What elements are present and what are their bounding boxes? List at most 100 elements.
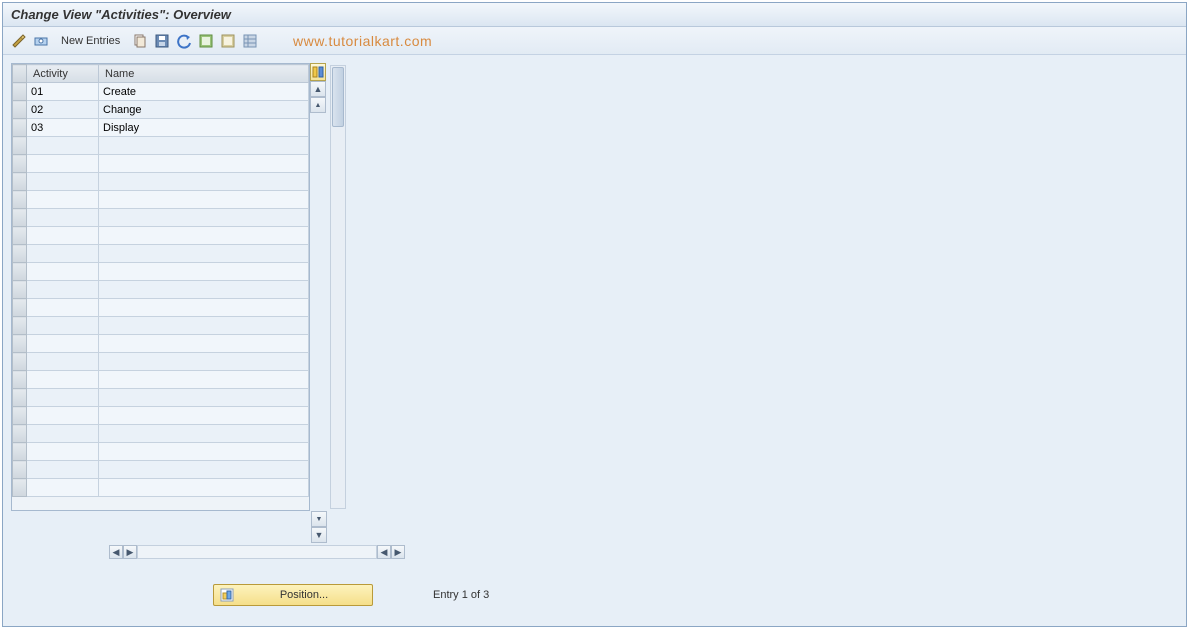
cell-name[interactable]: Change	[99, 101, 309, 119]
cell-activity[interactable]	[27, 317, 99, 335]
cell-activity[interactable]	[27, 443, 99, 461]
cell-activity[interactable]	[27, 281, 99, 299]
cell-name[interactable]: Display	[99, 119, 309, 137]
cell-activity[interactable]	[27, 461, 99, 479]
scroll-line-down-button[interactable]: ▼	[311, 511, 327, 527]
table-row[interactable]: 03Display	[13, 119, 309, 137]
cell-name[interactable]	[99, 245, 309, 263]
row-selector[interactable]	[13, 173, 27, 191]
cell-name[interactable]	[99, 137, 309, 155]
cell-name[interactable]	[99, 443, 309, 461]
undo-button[interactable]	[174, 31, 194, 51]
row-selector[interactable]	[13, 299, 27, 317]
table-row[interactable]	[13, 353, 309, 371]
cell-name[interactable]: Create	[99, 83, 309, 101]
cell-name[interactable]	[99, 317, 309, 335]
cell-activity[interactable]	[27, 263, 99, 281]
cell-activity[interactable]	[27, 245, 99, 263]
row-selector[interactable]	[13, 407, 27, 425]
table-row[interactable]	[13, 461, 309, 479]
row-selector[interactable]	[13, 155, 27, 173]
cell-activity[interactable]: 03	[27, 119, 99, 137]
cell-name[interactable]	[99, 281, 309, 299]
vscroll-thumb[interactable]	[332, 67, 344, 127]
cell-activity[interactable]: 02	[27, 101, 99, 119]
cell-activity[interactable]	[27, 299, 99, 317]
table-row[interactable]	[13, 335, 309, 353]
table-row[interactable]: 01Create	[13, 83, 309, 101]
table-row[interactable]	[13, 245, 309, 263]
row-selector[interactable]	[13, 479, 27, 497]
table-row[interactable]	[13, 425, 309, 443]
table-settings-button[interactable]	[240, 31, 260, 51]
new-entries-button[interactable]: New Entries	[53, 31, 128, 51]
row-selector[interactable]	[13, 443, 27, 461]
row-selector[interactable]	[13, 353, 27, 371]
save-button[interactable]	[152, 31, 172, 51]
cell-activity[interactable]	[27, 155, 99, 173]
position-button[interactable]: Position...	[213, 584, 373, 606]
hscroll-last-button[interactable]: ▶	[391, 545, 405, 559]
row-selector[interactable]	[13, 101, 27, 119]
scroll-page-down-button[interactable]: ▼	[311, 527, 327, 543]
cell-name[interactable]	[99, 155, 309, 173]
hscroll-next-button[interactable]: ◀	[377, 545, 391, 559]
table-row[interactable]	[13, 389, 309, 407]
cell-activity[interactable]	[27, 371, 99, 389]
cell-name[interactable]	[99, 353, 309, 371]
row-selector[interactable]	[13, 227, 27, 245]
row-selector-header[interactable]	[13, 65, 27, 83]
row-selector[interactable]	[13, 137, 27, 155]
table-row[interactable]	[13, 479, 309, 497]
hscroll-prev-button[interactable]: ▶	[123, 545, 137, 559]
cell-name[interactable]	[99, 425, 309, 443]
table-row[interactable]	[13, 281, 309, 299]
row-selector[interactable]	[13, 371, 27, 389]
row-selector[interactable]	[13, 119, 27, 137]
cell-activity[interactable]	[27, 137, 99, 155]
table-row[interactable]	[13, 299, 309, 317]
row-selector[interactable]	[13, 209, 27, 227]
row-selector[interactable]	[13, 281, 27, 299]
cell-activity[interactable]	[27, 173, 99, 191]
cell-activity[interactable]	[27, 191, 99, 209]
table-row[interactable]	[13, 227, 309, 245]
hscroll-track[interactable]	[137, 545, 377, 559]
table-row[interactable]	[13, 443, 309, 461]
scroll-page-up-button[interactable]: ▲	[310, 81, 326, 97]
cell-activity[interactable]	[27, 389, 99, 407]
cell-activity[interactable]	[27, 479, 99, 497]
table-row[interactable]	[13, 317, 309, 335]
cell-name[interactable]	[99, 461, 309, 479]
cell-name[interactable]	[99, 173, 309, 191]
copy-button[interactable]	[130, 31, 150, 51]
scroll-line-up-button[interactable]: ▲	[310, 97, 326, 113]
activities-table[interactable]: Activity Name 01Create02Change03Display	[12, 64, 309, 497]
cell-activity[interactable]	[27, 353, 99, 371]
row-selector[interactable]	[13, 317, 27, 335]
row-selector[interactable]	[13, 83, 27, 101]
cell-activity[interactable]	[27, 335, 99, 353]
cell-activity[interactable]	[27, 227, 99, 245]
row-selector[interactable]	[13, 389, 27, 407]
table-row[interactable]	[13, 263, 309, 281]
cell-name[interactable]	[99, 407, 309, 425]
row-selector[interactable]	[13, 461, 27, 479]
row-selector[interactable]	[13, 191, 27, 209]
cell-name[interactable]	[99, 191, 309, 209]
table-row[interactable]	[13, 173, 309, 191]
table-config-button[interactable]	[310, 63, 326, 81]
cell-activity[interactable]	[27, 425, 99, 443]
row-selector[interactable]	[13, 245, 27, 263]
row-selector[interactable]	[13, 425, 27, 443]
hscroll-first-button[interactable]: ◀	[109, 545, 123, 559]
other-view-button[interactable]	[31, 31, 51, 51]
horizontal-scrollbar[interactable]: ◀ ▶ ◀ ▶	[11, 543, 405, 561]
cell-name[interactable]	[99, 371, 309, 389]
table-row[interactable]	[13, 137, 309, 155]
row-selector[interactable]	[13, 263, 27, 281]
cell-name[interactable]	[99, 335, 309, 353]
cell-activity[interactable]	[27, 209, 99, 227]
column-header-activity[interactable]: Activity	[27, 65, 99, 83]
vscroll-track[interactable]	[330, 65, 346, 509]
